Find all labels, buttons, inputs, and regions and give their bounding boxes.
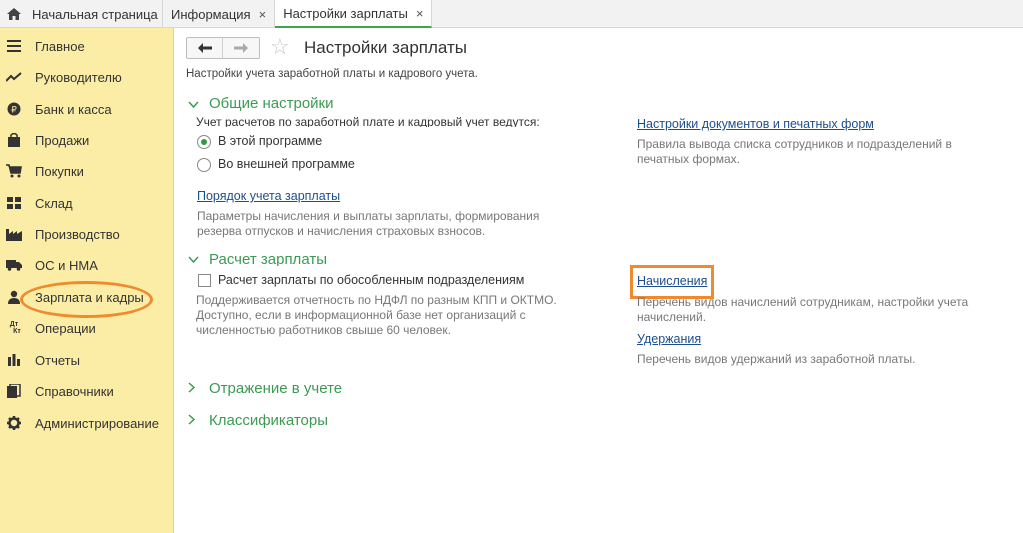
cart-icon [6,163,22,179]
documents-settings-link[interactable]: Настройки документов и печатных форм [637,117,874,131]
sidebar-item-purchases[interactable]: Покупки [0,156,174,186]
sidebar-item-directories[interactable]: Справочники [0,376,174,406]
back-button[interactable] [187,38,223,58]
kt-label: Кт [13,328,21,335]
chevron-down-icon [188,97,204,111]
tab-home-label: Начальная страница [32,6,158,22]
book-icon [6,383,22,399]
section-classifiers[interactable]: Классификаторы [188,412,328,429]
salary-order-link[interactable]: Порядок учета зарплаты [197,189,340,203]
dt-kt-icon: Дт Кт [6,320,22,336]
accruals-hint-1: Перечень видов начислений сотрудникам, н… [637,295,969,309]
deductions-link[interactable]: Удержания [637,332,701,346]
factory-icon [6,226,22,242]
sidebar-item-label: Операции [35,320,96,336]
section-general-settings[interactable]: Общие настройки [188,95,334,112]
sidebar-item-label: Производство [35,226,120,242]
documents-hint-2: печатных формах. [637,152,740,166]
sidebar-item-bank[interactable]: ₽ Банк и касса [0,94,174,124]
highlight-ring [20,281,153,318]
radio-in-program[interactable] [197,135,211,149]
separate-divisions-hint-1: Поддерживается отчетность по НДФЛ по раз… [196,293,557,307]
separate-divisions-checkbox[interactable] [198,274,211,287]
page-subtitle: Настройки учета заработной платы и кадро… [186,68,478,80]
home-icon [6,7,22,21]
warehouse-icon [6,195,22,211]
radio-external-label: Во внешней программе [218,157,355,171]
accruals-hint-2: начислений. [637,310,707,324]
highlight-box [630,265,714,299]
bar-chart-icon [6,352,22,368]
documents-hint-1: Правила вывода списка сотрудников и подр… [637,137,952,151]
section-title: Расчет зарплаты [209,252,327,266]
separate-divisions-hint-3: численностью работников свыше 60 человек… [196,323,452,337]
page-title: Настройки зарплаты [304,38,467,57]
salary-order-hint-2: резерва отпусков и начисления страховых … [197,224,486,238]
tab-home[interactable]: Начальная страница [0,0,163,28]
tab-bar: Начальная страница Информация × Настройк… [0,0,1023,28]
section-title: Отражение в учете [209,380,343,397]
sidebar-item-fixed-assets[interactable]: ОС и НМА [0,250,174,280]
sidebar-item-administration[interactable]: Администрирование [0,408,174,438]
sidebar-item-sales[interactable]: Продажи [0,125,174,155]
chevron-right-icon [188,413,204,428]
favorite-star-icon[interactable]: ☆ [270,34,290,60]
separate-divisions-hint-2: Доступно, если в информационной базе нет… [196,308,526,322]
sidebar-item-label: Покупки [35,163,84,179]
coin-icon: ₽ [6,101,22,117]
sidebar-item-warehouse[interactable]: Склад [0,188,174,218]
sidebar-item-label: ОС и НМА [35,257,98,273]
section-salary-calc[interactable]: Расчет зарплаты [188,252,327,266]
sidebar-item-label: Справочники [35,383,114,399]
radio-in-program-label: В этой программе [218,134,323,148]
arrow-left-icon [197,43,212,53]
sidebar-item-manager[interactable]: Руководителю [0,62,174,92]
sidebar-item-label: Руководителю [35,69,122,85]
close-icon[interactable]: × [259,7,267,22]
section-title: Классификаторы [209,412,329,429]
sidebar-item-label: Склад [35,195,73,211]
sidebar-item-label: Главное [35,38,85,54]
deductions-hint: Перечень видов удержаний из заработной п… [637,352,916,366]
sidebar-item-label: Администрирование [35,415,159,431]
chevron-right-icon [188,381,204,396]
truck-icon [6,257,22,273]
sidebar-item-label: Банк и касса [35,101,112,117]
sidebar-item-reports[interactable]: Отчеты [0,345,174,375]
sidebar-item-label: Отчеты [35,352,80,368]
svg-text:₽: ₽ [11,106,17,116]
close-icon[interactable]: × [416,6,424,21]
dt-label: Дт [9,321,19,328]
arrow-right-icon [234,43,248,53]
sidebar-item-production[interactable]: Производство [0,219,174,249]
sidebar-item-label: Продажи [35,132,90,148]
salary-order-hint-1: Параметры начисления и выплаты зарплаты,… [197,209,540,223]
history-nav [186,37,260,59]
sidebar-item-main[interactable]: Главное [0,31,174,61]
shopping-bag-icon [6,132,22,148]
tab-salary-settings[interactable]: Настройки зарплаты × [275,0,433,28]
accounting-question: Учет расчетов по заработной плате и кадр… [196,117,540,127]
forward-button[interactable] [223,38,259,58]
gear-icon [6,415,22,431]
main-content: ☆ Настройки зарплаты Настройки учета зар… [174,28,1023,533]
tab-salary-settings-label: Настройки зарплаты [283,5,408,21]
sidebar: Главное Руководителю ₽ Банк и касса Прод… [0,28,174,533]
chevron-down-icon [188,252,204,266]
tab-info[interactable]: Информация × [163,0,276,28]
menu-icon [6,38,22,54]
radio-external[interactable] [197,158,211,172]
section-title: Общие настройки [209,95,334,112]
trend-icon [6,69,22,85]
tab-info-label: Информация [171,6,251,22]
separate-divisions-label: Расчет зарплаты по обособленным подразде… [218,273,525,287]
section-accounting-reflection[interactable]: Отражение в учете [188,380,342,397]
